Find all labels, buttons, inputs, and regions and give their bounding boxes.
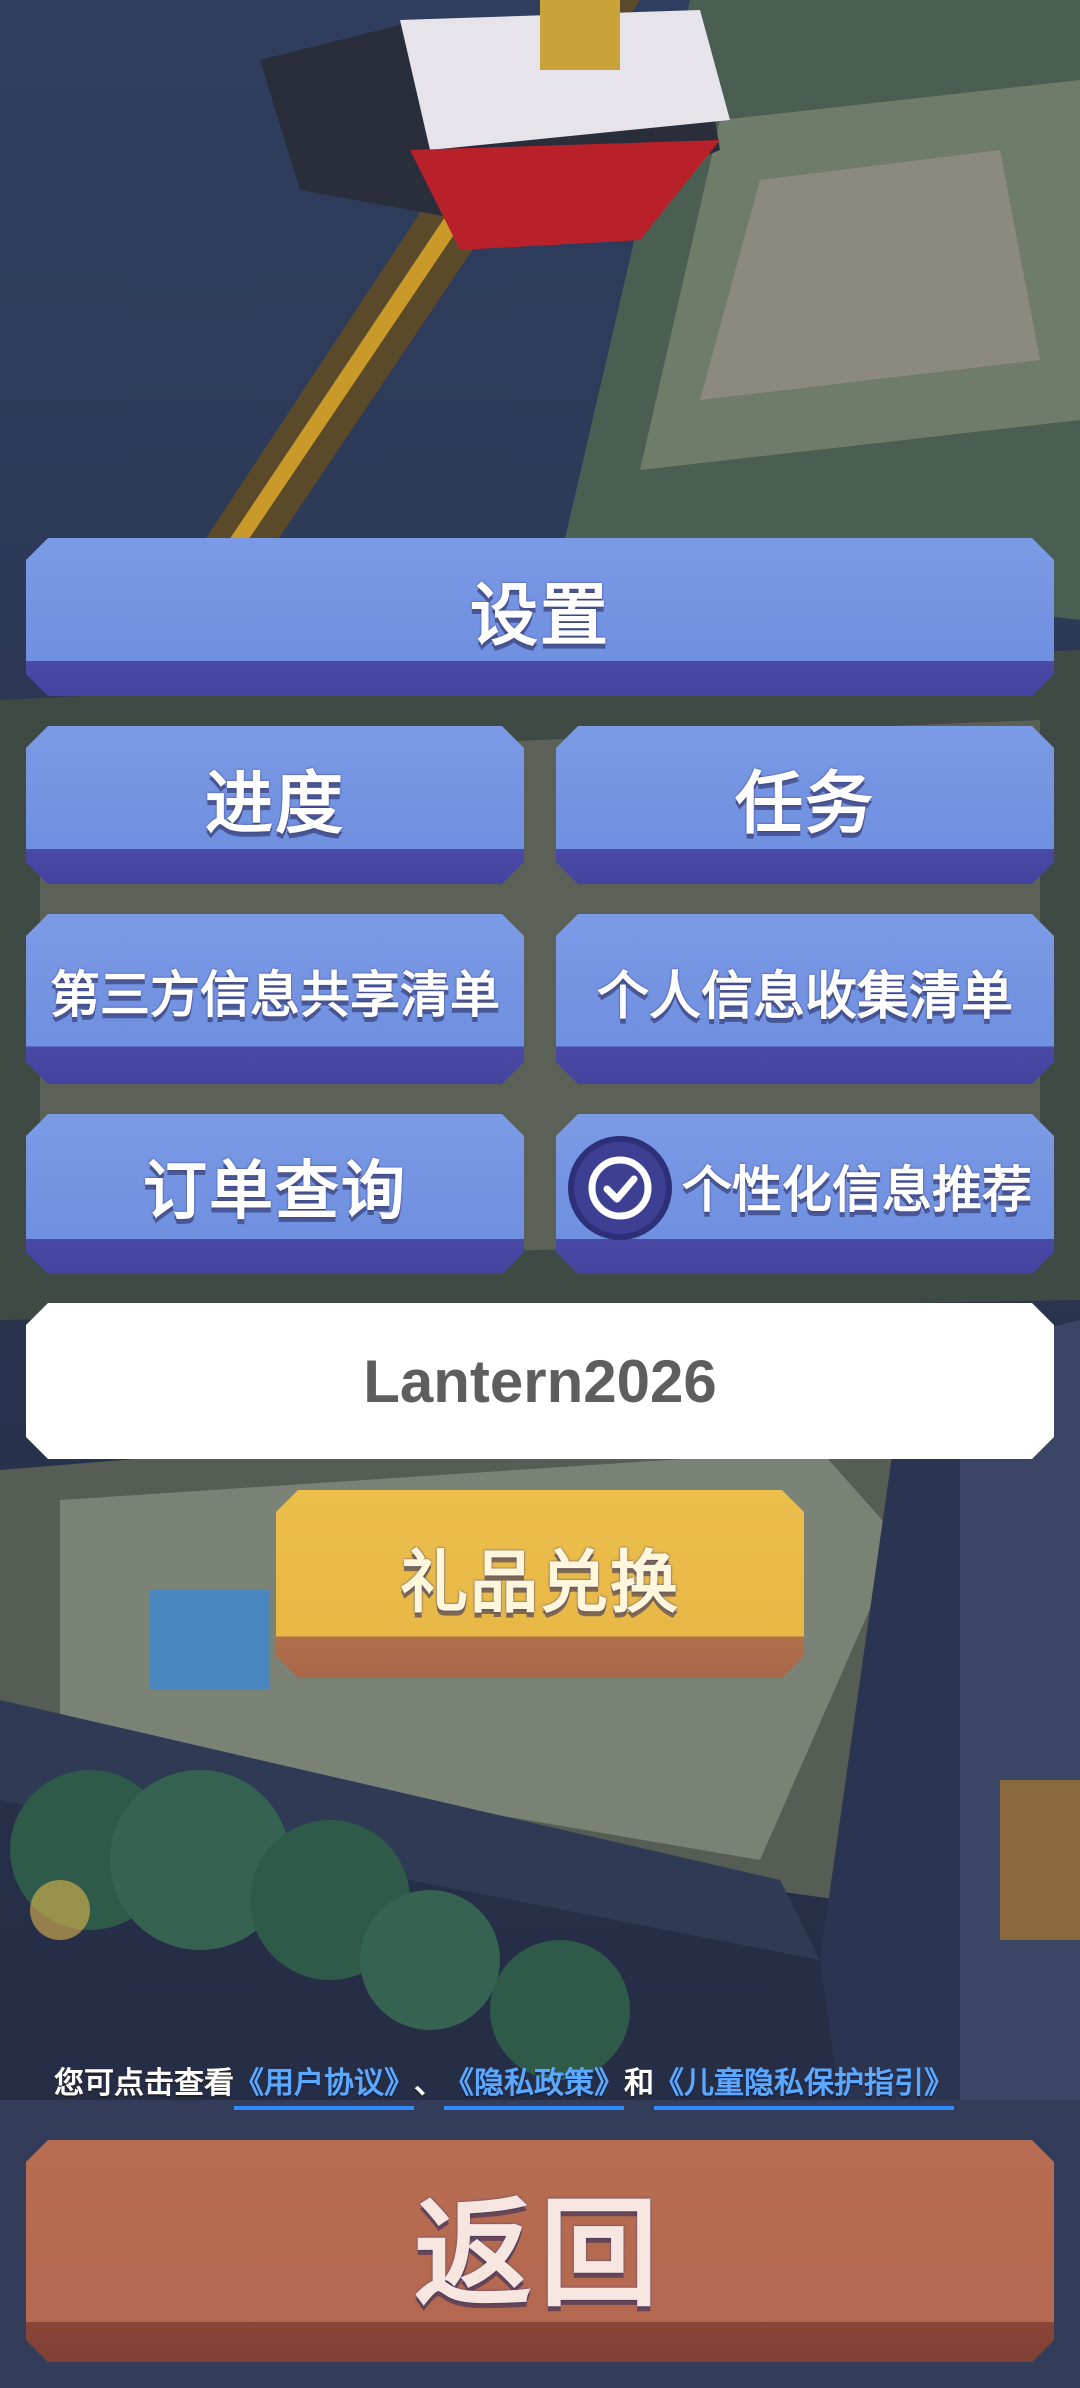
- user-agreement-link[interactable]: 《用户协议》: [234, 2058, 414, 2110]
- back-label: 返回: [413, 2184, 666, 2323]
- settings-label: 设置: [469, 576, 610, 656]
- tasks-button[interactable]: 任务: [556, 726, 1054, 884]
- personalized-recommendation-toggle[interactable]: 个性化信息推荐: [556, 1114, 1054, 1274]
- tasks-label: 任务: [734, 764, 875, 844]
- gift-redeem-label: 礼品兑换: [399, 1543, 680, 1623]
- progress-button[interactable]: 进度: [26, 726, 524, 884]
- agreement-prefix: 您可点击查看: [54, 2066, 234, 2101]
- check-circle-icon[interactable]: [568, 1136, 672, 1240]
- agreement-and: 和: [624, 2066, 654, 2101]
- order-query-button[interactable]: 订单查询: [26, 1114, 524, 1274]
- third-party-sharing-list-button[interactable]: 第三方信息共享清单: [26, 914, 524, 1084]
- third-party-sharing-list-label: 第三方信息共享清单: [50, 966, 500, 1024]
- gift-code-value: Lantern2026: [363, 1347, 717, 1415]
- back-button[interactable]: 返回: [26, 2140, 1054, 2362]
- gift-code-input[interactable]: Lantern2026: [26, 1303, 1054, 1459]
- progress-label: 进度: [204, 764, 345, 844]
- gift-redeem-button[interactable]: 礼品兑换: [276, 1490, 804, 1678]
- settings-button[interactable]: 设置: [26, 538, 1054, 696]
- order-query-label: 订单查询: [143, 1155, 407, 1229]
- privacy-policy-link[interactable]: 《隐私政策》: [444, 2058, 624, 2110]
- checkmark-icon: [585, 1153, 655, 1223]
- personalized-recommendation-label: 个性化信息推荐: [682, 1161, 1032, 1219]
- agreement-notice: 您可点击查看 《用户协议》 、 《隐私政策》 和 《儿童隐私保护指引》: [54, 2050, 1054, 2110]
- agreement-separator: 、: [414, 2066, 444, 2101]
- personal-info-collection-list-label: 个人信息收集清单: [596, 966, 1013, 1027]
- children-privacy-link[interactable]: 《儿童隐私保护指引》: [654, 2058, 954, 2110]
- personal-info-collection-list-button[interactable]: 个人信息收集清单: [556, 914, 1054, 1084]
